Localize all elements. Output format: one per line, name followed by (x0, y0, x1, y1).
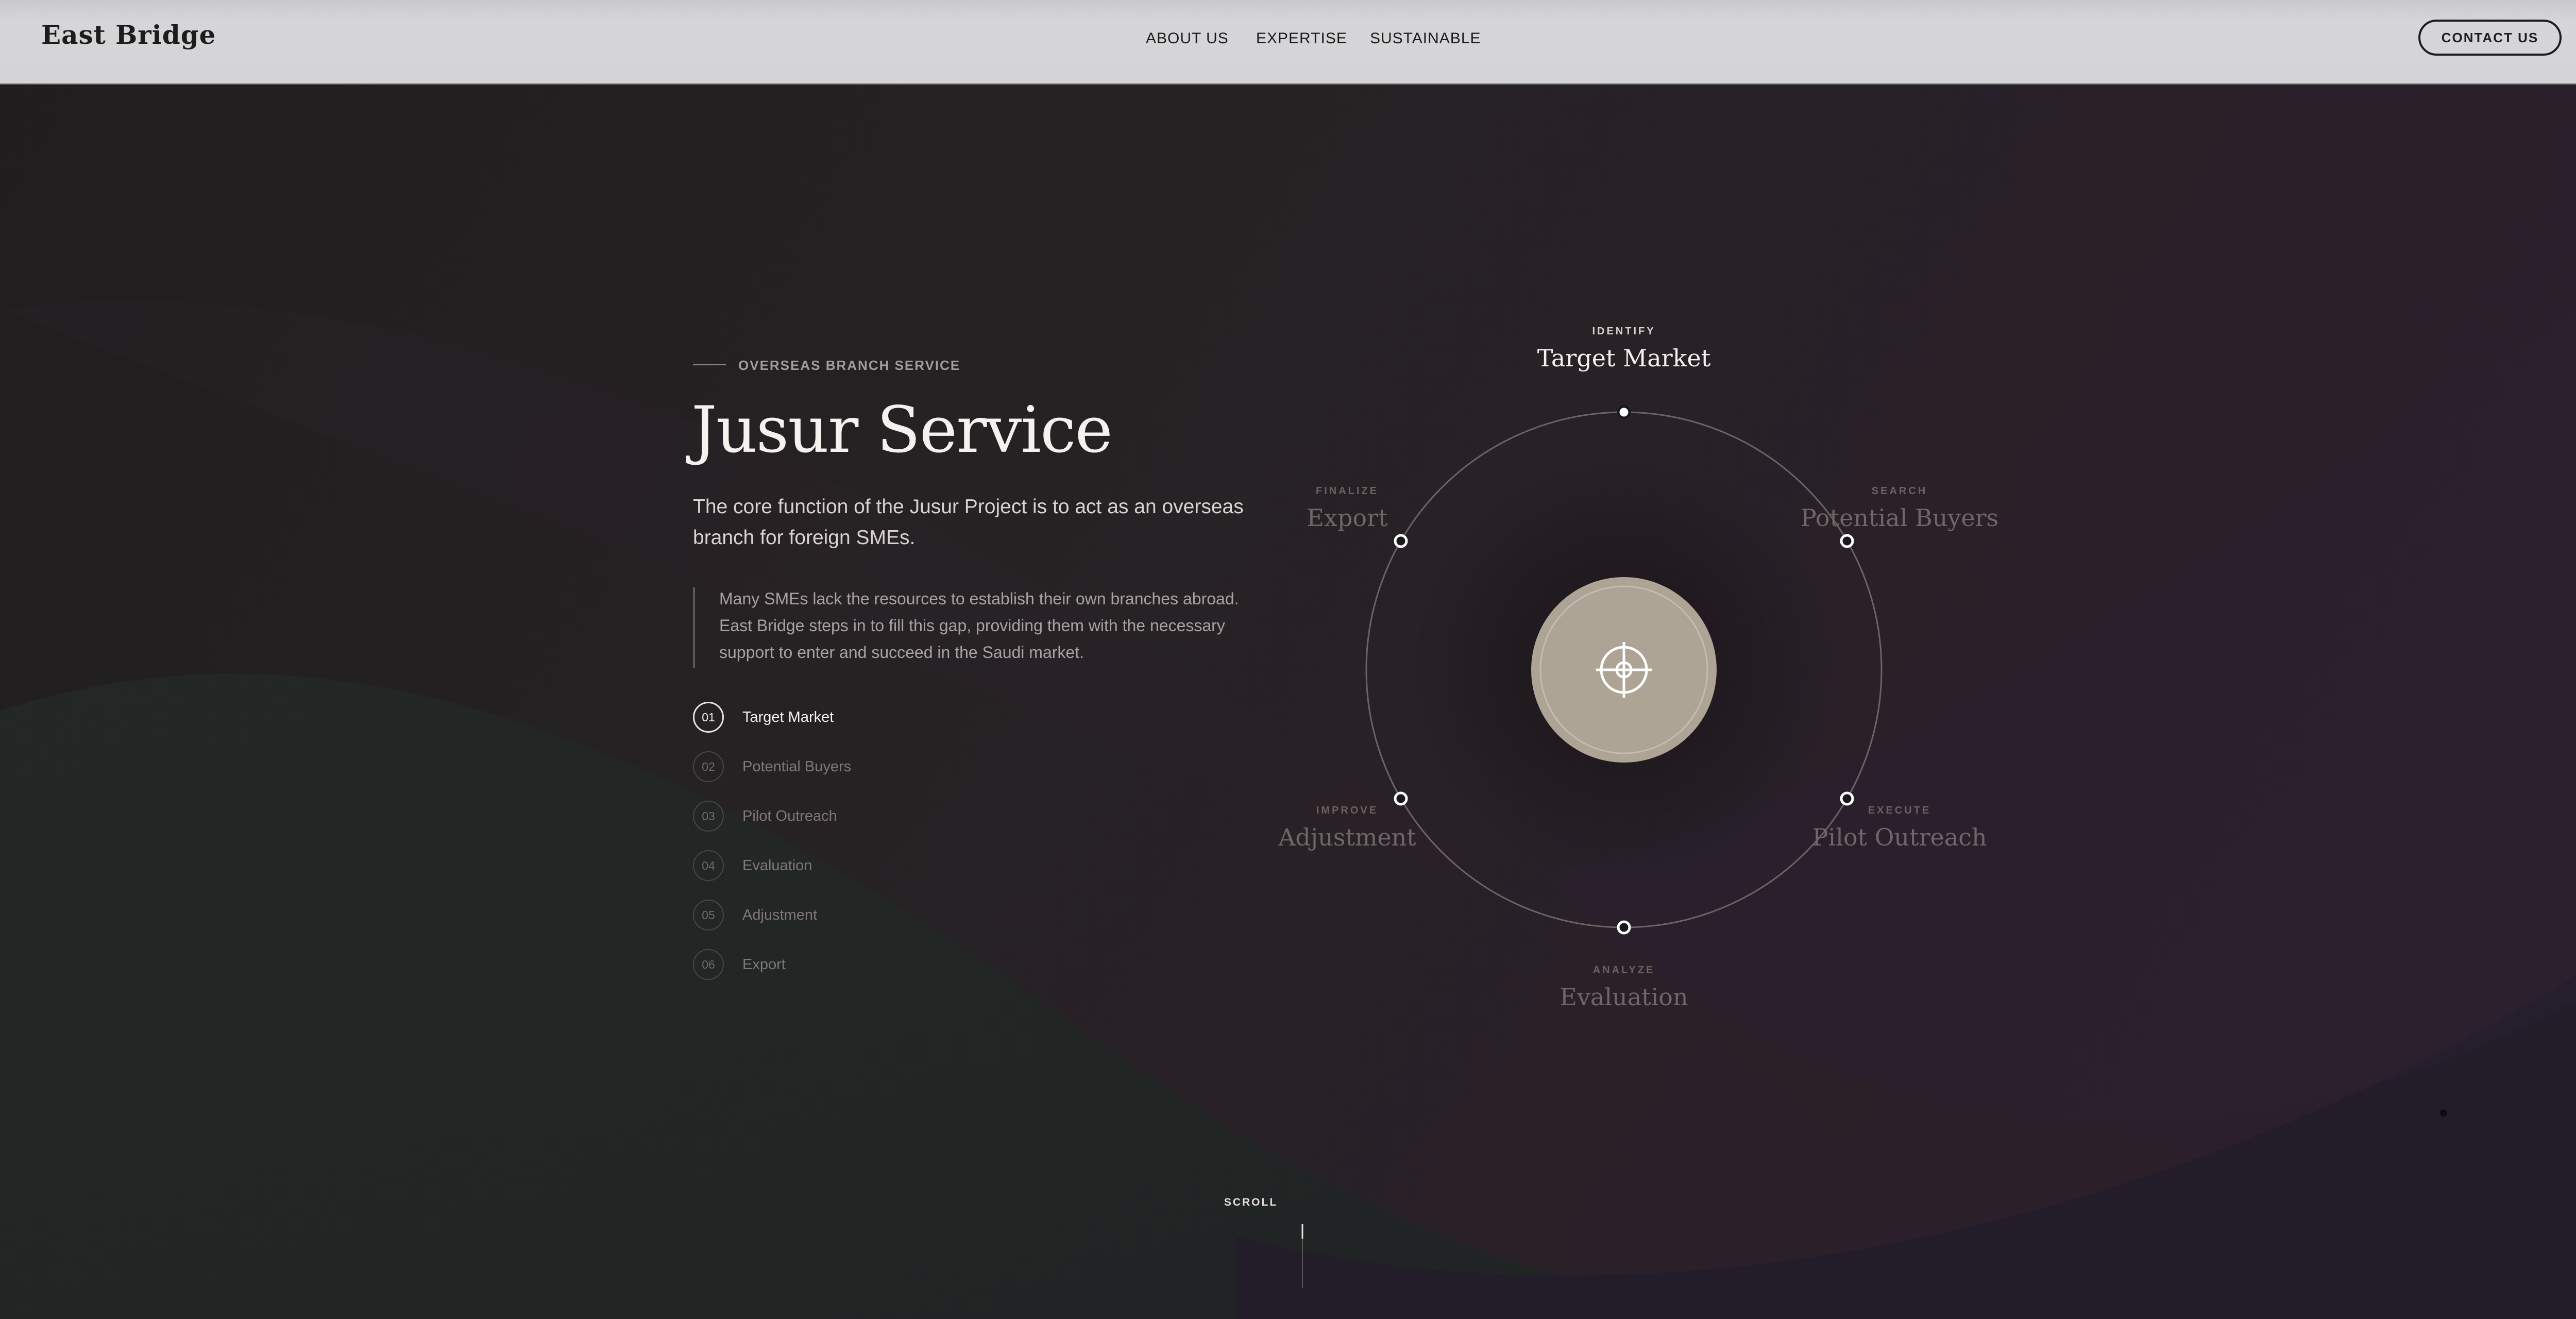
step-adjustment[interactable]: 05 Adjustment (693, 899, 817, 932)
step-pilot-outreach[interactable]: 03 Pilot Outreach (693, 800, 837, 833)
step-label: Export (742, 956, 786, 973)
node-label-small: IDENTIFY (1592, 326, 1656, 337)
node-label-small: IMPROVE (1316, 805, 1379, 816)
step-label: Evaluation (742, 857, 812, 874)
node-label-adjustment[interactable]: Adjustment (1167, 823, 1528, 851)
scroll-label[interactable]: SCROLL (1199, 1196, 1302, 1209)
step-number: 02 (693, 751, 724, 782)
nav-about-us[interactable]: ABOUT US (1146, 30, 1229, 47)
node-label-export[interactable]: Export (1167, 504, 1528, 532)
node-label-small: FINALIZE (1316, 485, 1379, 497)
step-export[interactable]: 06 Export (693, 948, 786, 981)
step-number: 04 (693, 850, 724, 881)
node-label-target-market[interactable]: Target Market (1444, 344, 1804, 372)
quote-bar (693, 587, 695, 668)
step-number: 06 (693, 949, 724, 980)
node-label-small: ANALYZE (1592, 965, 1655, 976)
contact-us-button[interactable]: CONTACT US (2418, 20, 2562, 56)
node-label-small: SEARCH (1871, 485, 1928, 497)
step-label: Adjustment (742, 906, 818, 923)
step-number: 01 (693, 702, 724, 733)
step-label: Potential Buyers (742, 758, 852, 775)
step-number: 03 (693, 801, 724, 832)
node-label-evaluation[interactable]: Evaluation (1444, 983, 1804, 1011)
step-potential-buyers[interactable]: 02 Potential Buyers (693, 750, 851, 783)
eyebrow-label: OVERSEAS BRANCH SERVICE (738, 358, 961, 373)
step-target-market[interactable]: 01 Target Market (693, 701, 834, 734)
site-header: East Bridge ABOUT US EXPERTISE SUSTAINAB… (0, 0, 2576, 84)
logo[interactable]: East Bridge (41, 20, 216, 50)
node-label-potential-buyers[interactable]: Potential Buyers (1719, 504, 2080, 532)
page-title: Jusur Service (691, 393, 1113, 467)
step-evaluation[interactable]: 04 Evaluation (693, 849, 812, 882)
eyebrow-divider (693, 364, 726, 365)
node-label-small: EXECUTE (1868, 805, 1931, 816)
quote-paragraph: Many SMEs lack the resources to establis… (719, 589, 1239, 662)
background-waves (0, 0, 2576, 1319)
nav-expertise[interactable]: EXPERTISE (1256, 30, 1347, 47)
node-label-pilot-outreach[interactable]: Pilot Outreach (1719, 823, 2080, 851)
step-label: Pilot Outreach (742, 807, 837, 824)
nav-sustainable[interactable]: SUSTAINABLE (1370, 30, 1481, 47)
step-number: 05 (693, 900, 724, 931)
step-label: Target Market (742, 708, 834, 725)
